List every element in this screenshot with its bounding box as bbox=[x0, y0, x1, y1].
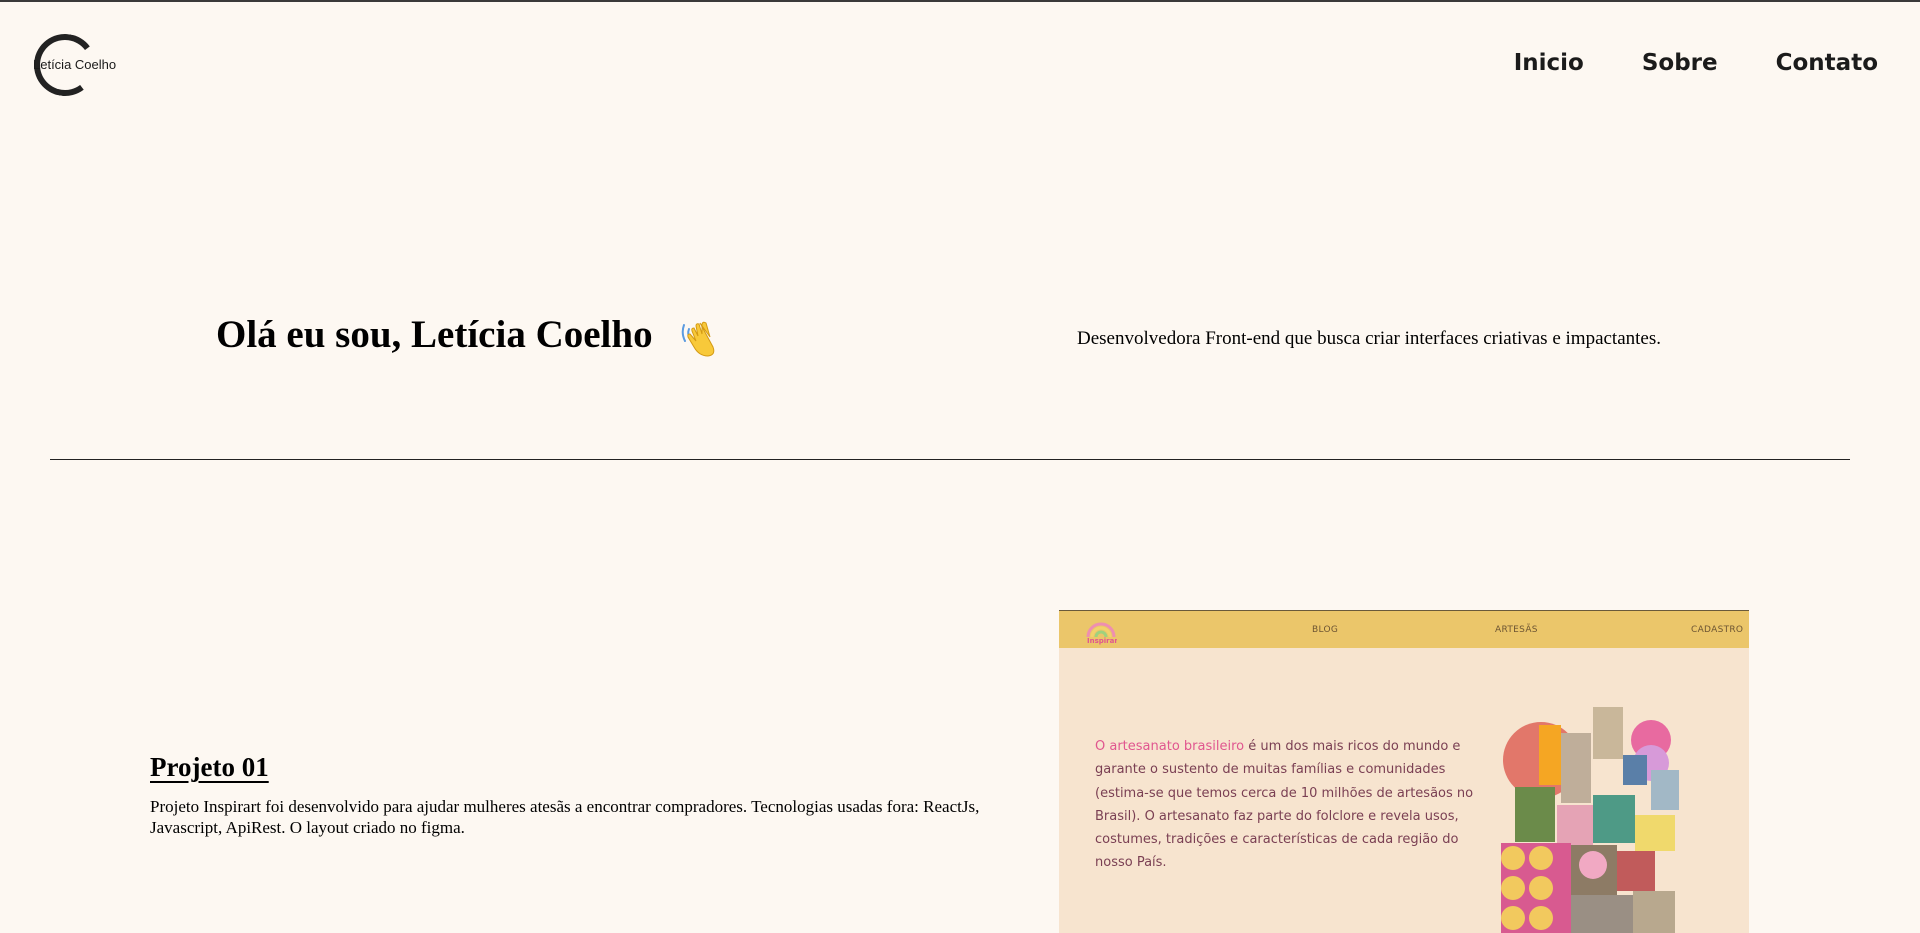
nav-link-sobre[interactable]: Sobre bbox=[1642, 50, 1718, 76]
waving-hand-icon bbox=[681, 321, 715, 357]
hero-title: Olá eu sou, Letícia Coelho bbox=[216, 313, 653, 356]
preview-highlight: O artesanato brasileiro bbox=[1095, 739, 1245, 754]
preview-paragraph: O artesanato brasileiro é um dos mais ri… bbox=[1095, 735, 1495, 875]
project-preview-image[interactable]: Inspirart BLOG ARTESÃS CADASTRO O artesa… bbox=[1059, 610, 1749, 933]
preview-nav-cadastro[interactable]: CADASTRO bbox=[1691, 625, 1743, 635]
nav-link-inicio[interactable]: Inicio bbox=[1514, 50, 1584, 76]
preview-paragraph-body: é um dos mais ricos do mundo e garante o… bbox=[1095, 739, 1474, 871]
preview-nav-blog[interactable]: BLOG bbox=[1312, 625, 1338, 635]
preview-rainbow-logo-icon: Inspirart bbox=[1086, 622, 1117, 645]
preview-navbar: Inspirart BLOG ARTESÃS CADASTRO bbox=[1059, 610, 1749, 648]
main-nav: Inicio Sobre Contato bbox=[1514, 50, 1878, 76]
window-top-border bbox=[0, 0, 1920, 2]
preview-nav-artesas[interactable]: ARTESÃS bbox=[1495, 625, 1538, 635]
logo[interactable]: Letícia Coelho bbox=[29, 29, 130, 101]
hero-subtitle: Desenvolvedora Front-end que busca criar… bbox=[1077, 328, 1661, 349]
nav-link-contato[interactable]: Contato bbox=[1776, 50, 1878, 76]
logo-text: Letícia Coelho bbox=[33, 57, 117, 72]
project-title[interactable]: Projeto 01 bbox=[150, 752, 269, 783]
section-divider bbox=[50, 459, 1850, 460]
project-description: Projeto Inspirart foi desenvolvido para … bbox=[150, 797, 980, 837]
preview-collage-image bbox=[1501, 707, 1679, 933]
svg-text:Inspirart: Inspirart bbox=[1087, 637, 1117, 645]
